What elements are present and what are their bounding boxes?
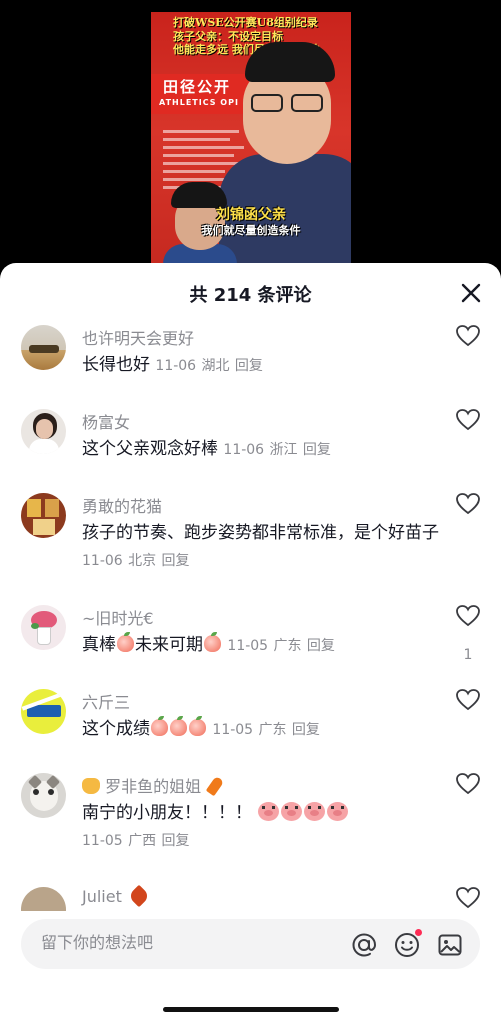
comment-username[interactable]: 也许明天会更好 <box>82 325 194 349</box>
peach-emoji-icon <box>204 632 221 652</box>
comment-location: 广西 <box>128 833 157 849</box>
comment-location: 北京 <box>128 553 157 569</box>
avatar[interactable] <box>21 605 66 650</box>
glasses-icon <box>251 94 325 112</box>
subtitle-caption: 我们就尽量创造条件 <box>201 224 301 237</box>
pig-emoji-icon <box>304 802 326 821</box>
peach-emoji-icon <box>170 716 187 736</box>
father-figure <box>219 42 351 278</box>
heart-icon[interactable] <box>455 604 481 628</box>
heart-icon[interactable] <box>455 772 481 796</box>
comment-date: 11-06 <box>223 442 265 458</box>
heart-icon[interactable] <box>455 324 481 348</box>
board-en-text: ATHLETICS OPI <box>159 98 239 107</box>
reply-button[interactable]: 回复 <box>162 833 190 849</box>
comment-date: 11-05 <box>212 722 254 738</box>
peach-emoji-icon <box>189 716 206 736</box>
comment-text: 长得也好 11-06 湖北 回复 <box>82 355 263 375</box>
reply-button[interactable]: 回复 <box>235 358 263 374</box>
heart-icon[interactable] <box>455 408 481 432</box>
reply-button[interactable]: 回复 <box>162 553 190 569</box>
heart-icon[interactable] <box>455 688 481 712</box>
comment-input[interactable] <box>41 933 331 952</box>
pig-emoji-icon <box>258 802 280 821</box>
comment-date: 11-06 <box>155 358 197 374</box>
comment-location: 广东 <box>273 638 302 654</box>
pig-emoji-icon <box>327 802 349 821</box>
comment-count-title: 共 214 条评论 <box>189 285 312 306</box>
comment-list[interactable]: 也许明天会更好 长得也好 11-06 湖北 回复 杨富女 这个父亲观念好棒 11… <box>0 319 501 911</box>
comment-username[interactable]: 六斤三 <box>82 689 130 713</box>
comment-sheet: 共 214 条评论 也许明天会更好 长得也好 11-06 湖北 回复 杨富女 这… <box>0 263 501 1024</box>
comment-username[interactable]: 罗非鱼的姐姐 <box>82 773 225 797</box>
peach-emoji-icon <box>151 716 168 736</box>
comment-location: 湖北 <box>201 358 230 374</box>
comment-text: 孩子的节奏、跑步姿势都非常标准，是个好苗子 11-06 北京 回复 <box>82 523 439 569</box>
emoji-icon[interactable] <box>393 929 422 959</box>
comment-username[interactable]: ~旧时光€ <box>82 605 154 629</box>
avatar[interactable] <box>21 493 66 538</box>
heart-icon[interactable] <box>455 492 481 516</box>
comment-text: 南宁的小朋友！！！！ 11-05 广西 回复 <box>82 800 442 855</box>
heart-icon[interactable] <box>455 886 481 910</box>
comment-text: 这个父亲观念好棒 11-06 浙江 回复 <box>82 439 331 459</box>
cat-emoji-icon <box>82 778 100 794</box>
maple-leaf-emoji-icon <box>127 884 151 908</box>
at-icon[interactable] <box>350 931 378 959</box>
comment-input-pill[interactable] <box>21 919 480 969</box>
video-player[interactable]: 打破WSE公开赛U8组别纪录 孩子父亲：不设定目标 他能走多远 我们尽量创造条件… <box>0 0 501 290</box>
reply-button[interactable]: 回复 <box>292 722 320 738</box>
board-cn-text: 田径公开 <box>163 78 232 96</box>
peach-emoji-icon <box>117 632 134 652</box>
comment-location: 广东 <box>258 722 287 738</box>
comment-date: 11-06 <box>82 553 123 569</box>
avatar[interactable] <box>21 773 66 818</box>
comment-username[interactable]: 杨富女 <box>82 409 130 433</box>
pig-emoji-icon <box>281 802 303 821</box>
carrot-emoji-icon <box>205 775 225 797</box>
comment-username[interactable]: Juliet <box>82 884 151 908</box>
comment-location: 浙江 <box>269 442 298 458</box>
avatar[interactable] <box>21 409 66 454</box>
home-indicator <box>163 1007 339 1012</box>
image-icon[interactable] <box>436 931 464 959</box>
reply-button[interactable]: 回复 <box>307 638 335 654</box>
reply-button[interactable]: 回复 <box>303 442 331 458</box>
comment-username[interactable]: 勇敢的花猫 <box>82 493 162 517</box>
video-headline-1: 打破WSE公开赛U8组别纪录 <box>173 16 318 29</box>
comment-date: 11-05 <box>82 833 123 849</box>
comment-text: 这个成绩 11-05 广东 回复 <box>82 716 320 739</box>
avatar[interactable] <box>21 887 66 911</box>
comment-text: 真棒 未来可期 11-05 广东 回复 <box>82 632 335 655</box>
avatar[interactable] <box>21 325 66 370</box>
sheet-header: 共 214 条评论 <box>0 263 501 319</box>
comment-input-bar <box>0 911 501 1024</box>
close-icon[interactable] <box>458 280 484 306</box>
like-count: 1 <box>463 647 473 663</box>
comment-date: 11-05 <box>227 638 269 654</box>
speaker-name-caption: 刘锦函父亲 <box>216 207 286 223</box>
video-frame[interactable]: 打破WSE公开赛U8组别纪录 孩子父亲：不设定目标 他能走多远 我们尽量创造条件… <box>151 12 351 278</box>
avatar[interactable] <box>21 689 66 734</box>
notification-dot <box>415 929 422 936</box>
